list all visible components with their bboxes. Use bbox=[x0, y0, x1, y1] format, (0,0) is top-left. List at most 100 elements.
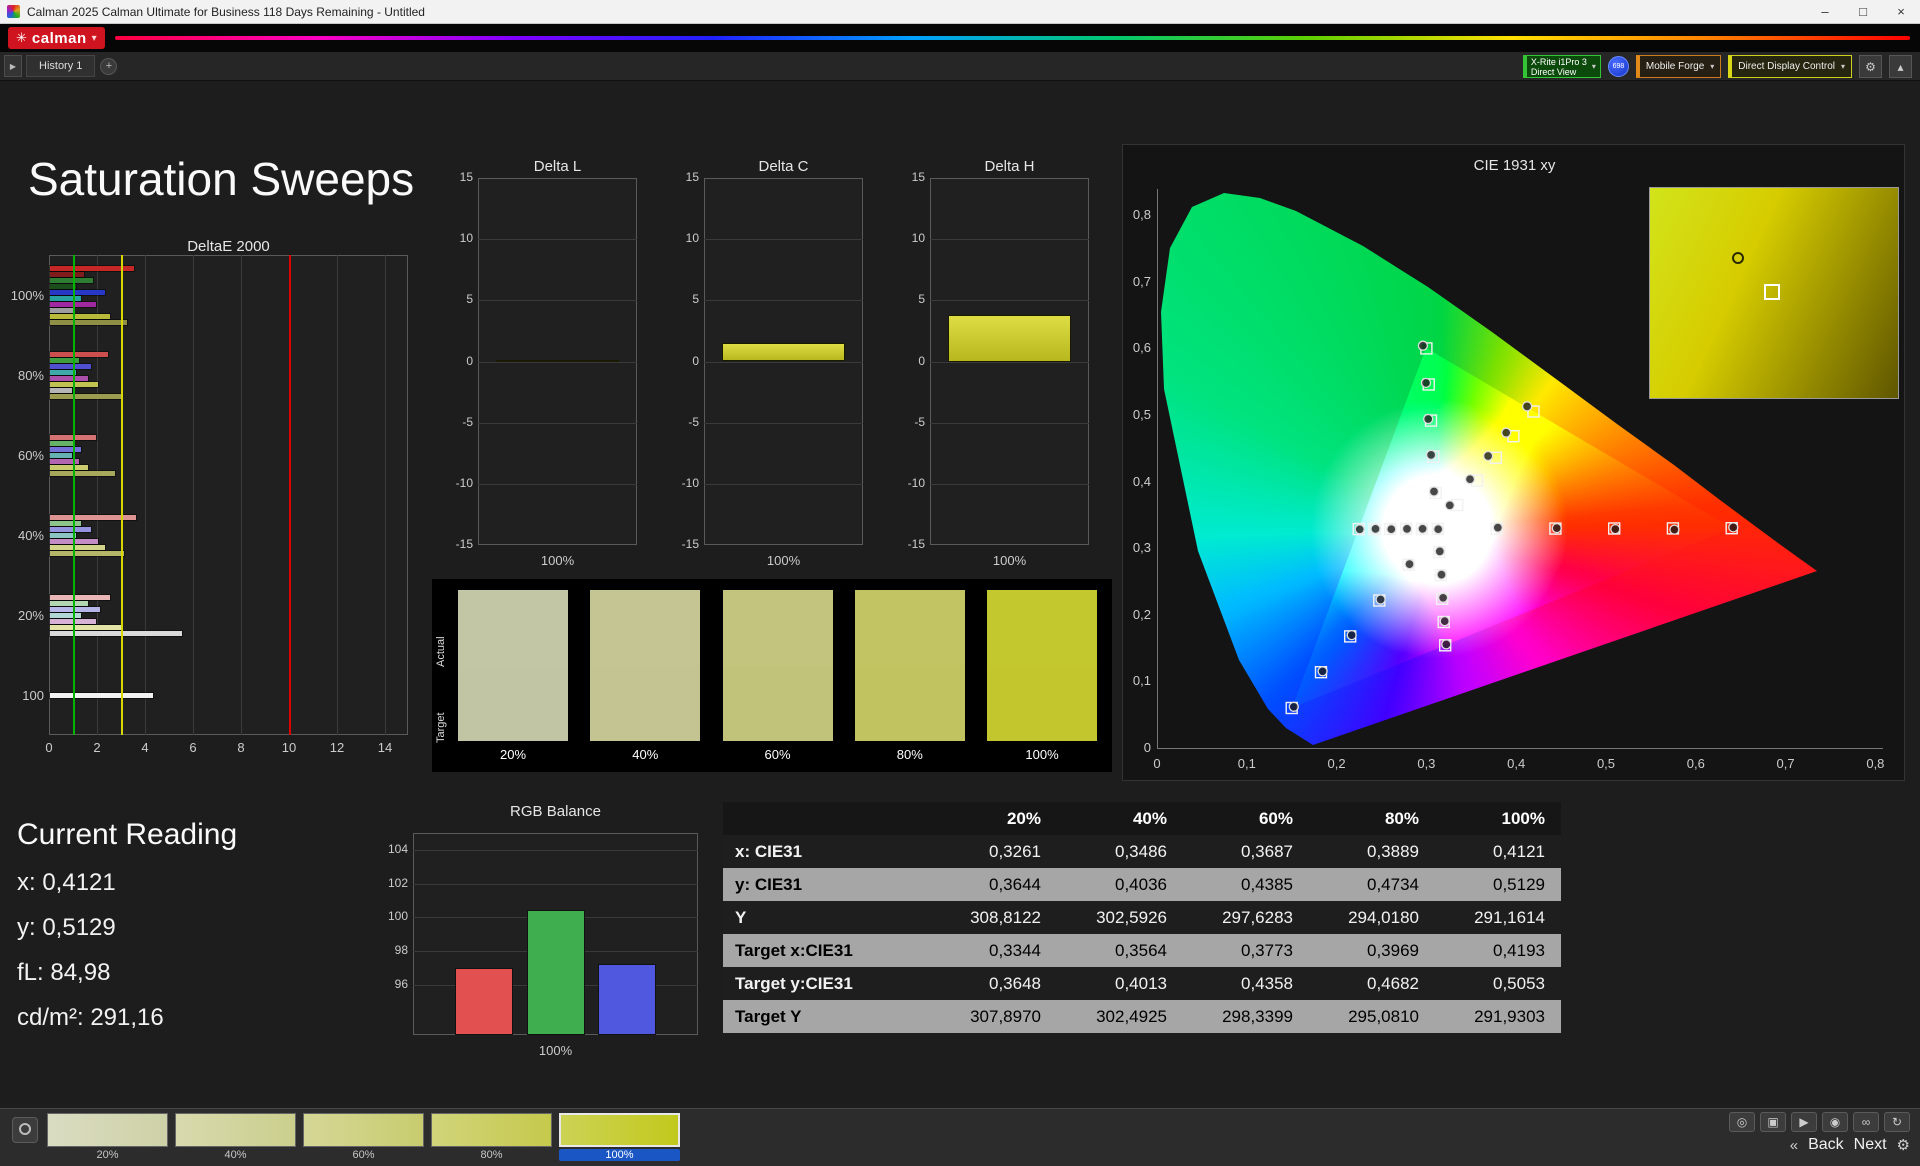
results-data-table: 20% 40% 60% 80% 100% x: CIE31 0,3261 0,3486 0,36… bbox=[723, 802, 1561, 1033]
deltae-bar bbox=[48, 599, 90, 607]
deltaC-bar bbox=[722, 343, 845, 362]
preview-window-button[interactable] bbox=[12, 1117, 38, 1143]
deltae-bar bbox=[48, 691, 155, 699]
deltae-bar bbox=[48, 605, 102, 613]
pattern-swatch-40%[interactable]: 40% bbox=[175, 1113, 296, 1161]
deltae-bar bbox=[49, 451, 73, 459]
table-row-label: Target y:CIE31 bbox=[735, 973, 853, 993]
deltaC-gridline bbox=[704, 361, 863, 363]
meter-name: X-Rite i1Pro 3 Direct View bbox=[1530, 56, 1587, 77]
add-history-button[interactable]: + bbox=[100, 57, 118, 75]
deltae-bar-group bbox=[48, 575, 407, 655]
deltaC-xlabel: 100% bbox=[766, 553, 801, 568]
deltae-group-label: 20% bbox=[17, 608, 44, 623]
refresh-icon[interactable]: ↻ bbox=[1884, 1112, 1910, 1132]
pattern-swatch-label: 40% bbox=[224, 1149, 247, 1161]
deltaH-gridline bbox=[930, 300, 1089, 302]
swatch-target-40% bbox=[590, 666, 701, 741]
link-icon[interactable]: ∞ bbox=[1853, 1112, 1879, 1132]
collapse-icon[interactable]: ▴ bbox=[1889, 55, 1912, 78]
table-row: x: CIE31 0,3261 0,3486 0,3687 0,3889 0,4121 bbox=[723, 835, 1561, 868]
cie-measured-point bbox=[1423, 413, 1434, 425]
display-control-dropdown[interactable]: Direct Display Control ▾ bbox=[1728, 55, 1852, 78]
table-cell: 0,3648 bbox=[989, 973, 1041, 993]
circle-icon bbox=[19, 1123, 31, 1135]
table-cell: 308,8122 bbox=[970, 907, 1041, 927]
rgb-bar-green bbox=[526, 910, 585, 1035]
deltae-bar bbox=[49, 593, 111, 601]
cie-measured-point bbox=[1441, 639, 1452, 650]
table-cell: 297,6283 bbox=[1222, 907, 1293, 927]
calman-logo[interactable]: ✳ calman ▾ bbox=[8, 27, 105, 49]
current-reading-block: Current Reading x: 0,4121 y: 0,5129 fL: … bbox=[17, 818, 357, 1032]
rgb-ytick-label: 104 bbox=[387, 841, 408, 856]
table-header-cell: 80% bbox=[1384, 808, 1419, 828]
deltae-bar bbox=[49, 469, 116, 477]
target-icon[interactable]: ◉ bbox=[1822, 1112, 1848, 1132]
rgb-bar-blue bbox=[597, 964, 656, 1035]
rgb-balance-title: RGB Balance bbox=[510, 803, 601, 820]
deltae-group-label: 100% bbox=[10, 288, 44, 303]
session-controls: ◎ ▣ ▶ ◉ ∞ ↻ « Back Next ⚙ bbox=[1650, 1112, 1910, 1154]
back-button[interactable]: Back bbox=[1808, 1136, 1844, 1154]
swatch-actual-100% bbox=[987, 590, 1097, 666]
deltae-bar bbox=[49, 386, 73, 394]
maximize-button[interactable]: □ bbox=[1844, 0, 1882, 24]
deltaH-ytick-label: 10 bbox=[911, 231, 925, 246]
deltaH-ytick-label: 15 bbox=[911, 170, 925, 184]
cie-measured-point bbox=[1433, 524, 1444, 535]
deltaC-ytick-label: -5 bbox=[688, 414, 699, 429]
pattern-swatch-100%[interactable]: 100% bbox=[559, 1113, 680, 1161]
delta-h-chart: Delta H 15 10 5 0 -5 -10 -15 100% bbox=[897, 158, 1107, 578]
gear-icon[interactable]: ⚙ bbox=[1897, 1136, 1910, 1154]
table-header-cell: 40% bbox=[1132, 808, 1167, 828]
swatch-row-label: Target bbox=[435, 712, 447, 743]
panel-toggle-button[interactable]: ▶ bbox=[4, 55, 22, 77]
bottom-bar: 20% 40% 60% 80% 100% ◎ ▣ ▶ ◉ ∞ ↻ « Back Next ⚙ bbox=[0, 1108, 1920, 1166]
rgb-bar-red bbox=[455, 967, 514, 1035]
window-title: Calman 2025 Calman Ultimate for Business… bbox=[27, 4, 425, 19]
deltae-title: DeltaE 2000 bbox=[187, 238, 270, 255]
swatch-column-label: 20% bbox=[499, 747, 527, 762]
rgb-ytick-label: 98 bbox=[394, 942, 408, 957]
table-cell: 0,3687 bbox=[1241, 841, 1293, 861]
close-button[interactable]: × bbox=[1882, 0, 1920, 24]
back-icon[interactable]: « bbox=[1790, 1137, 1798, 1154]
deltae-bar bbox=[49, 312, 111, 320]
deltaC-ytick-label: -15 bbox=[681, 537, 699, 551]
pattern-swatch-label: 100% bbox=[559, 1149, 680, 1161]
meter-dropdown[interactable]: X-Rite i1Pro 3 Direct View ▾ bbox=[1522, 55, 1601, 78]
pattern-swatch-20%[interactable]: 20% bbox=[47, 1113, 168, 1161]
deltaC-title: Delta C bbox=[758, 158, 809, 175]
table-header-row: 20% 40% 60% 80% 100% bbox=[723, 802, 1561, 835]
deltae-xtick-label: 2 bbox=[93, 740, 101, 755]
page-title: Saturation Sweeps bbox=[28, 153, 415, 205]
lock-icon[interactable]: ▣ bbox=[1760, 1112, 1786, 1132]
deltaL-bar bbox=[496, 360, 619, 362]
deltae-reference-line bbox=[121, 255, 123, 735]
table-cell: 0,4013 bbox=[1115, 973, 1167, 993]
cie-measured-point bbox=[1610, 523, 1621, 535]
deltaL-gridline bbox=[478, 239, 637, 241]
cie-measured-point bbox=[1482, 450, 1494, 462]
gear-icon[interactable]: ⚙ bbox=[1859, 55, 1882, 78]
pattern-swatch-80%[interactable]: 80% bbox=[431, 1113, 552, 1161]
deltaC-ytick-label: -10 bbox=[681, 475, 699, 490]
next-button[interactable]: Next bbox=[1854, 1136, 1887, 1154]
minimize-button[interactable]: – bbox=[1806, 0, 1844, 24]
deltae-xtick-label: 12 bbox=[329, 740, 345, 755]
deltae-bar bbox=[48, 445, 83, 453]
tab-history-1[interactable]: History 1 bbox=[26, 55, 96, 77]
deltaL-gridline bbox=[478, 300, 637, 302]
deltae-xtick-label: 6 bbox=[189, 740, 197, 755]
deltaC-gridline bbox=[704, 483, 863, 485]
source-dropdown[interactable]: Mobile Forge ▾ bbox=[1635, 55, 1722, 78]
cie-measured-point bbox=[1386, 524, 1397, 535]
table-row-label: Y bbox=[735, 907, 747, 927]
play-icon[interactable]: ▶ bbox=[1791, 1112, 1817, 1132]
levels-icon[interactable]: ◎ bbox=[1729, 1112, 1755, 1132]
pattern-swatch-60%[interactable]: 60% bbox=[303, 1113, 424, 1161]
brand-name: calman bbox=[31, 29, 87, 47]
deltaC-gridline bbox=[704, 239, 863, 241]
deltae-group-label: 40% bbox=[17, 528, 44, 543]
